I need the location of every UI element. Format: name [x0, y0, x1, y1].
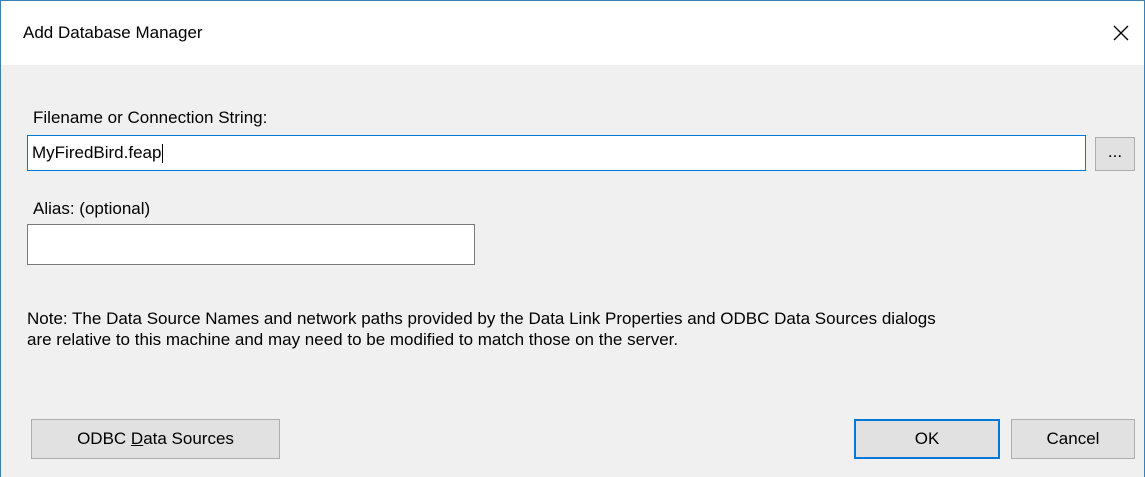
note-text: Note: The Data Source Names and network … [27, 308, 936, 350]
text-caret [162, 144, 164, 164]
connection-string-input[interactable]: MyFiredBird.feap [27, 135, 1086, 171]
odbc-label-prefix: ODBC [77, 429, 131, 448]
alias-input[interactable] [27, 224, 475, 265]
close-icon [1113, 25, 1129, 41]
add-database-manager-dialog: Add Database Manager Filename or Connect… [0, 0, 1145, 477]
alias-label: Alias: (optional) [33, 199, 151, 218]
window-title: Add Database Manager [23, 23, 203, 42]
odbc-button-label: ODBC Data Sources [77, 429, 234, 449]
note-line-1: Note: The Data Source Names and network … [27, 309, 936, 328]
odbc-data-sources-button[interactable]: ODBC Data Sources [31, 419, 280, 459]
cancel-button[interactable]: Cancel [1011, 419, 1135, 459]
odbc-label-suffix: ata Sources [143, 429, 234, 448]
ok-button[interactable]: OK [854, 419, 1000, 459]
odbc-label-mnemonic: D [130, 429, 144, 448]
browse-button-label: ... [1107, 142, 1123, 161]
browse-button[interactable]: ... [1095, 137, 1135, 171]
ok-button-label: OK [914, 429, 940, 448]
note-line-2: are relative to this machine and may nee… [27, 330, 679, 349]
connection-string-label: Filename or Connection String: [33, 108, 268, 127]
cancel-button-label: Cancel [1046, 429, 1100, 448]
close-button[interactable] [1098, 1, 1144, 65]
title-bar: Add Database Manager [1, 1, 1144, 65]
connection-string-value: MyFiredBird.feap [32, 143, 162, 162]
